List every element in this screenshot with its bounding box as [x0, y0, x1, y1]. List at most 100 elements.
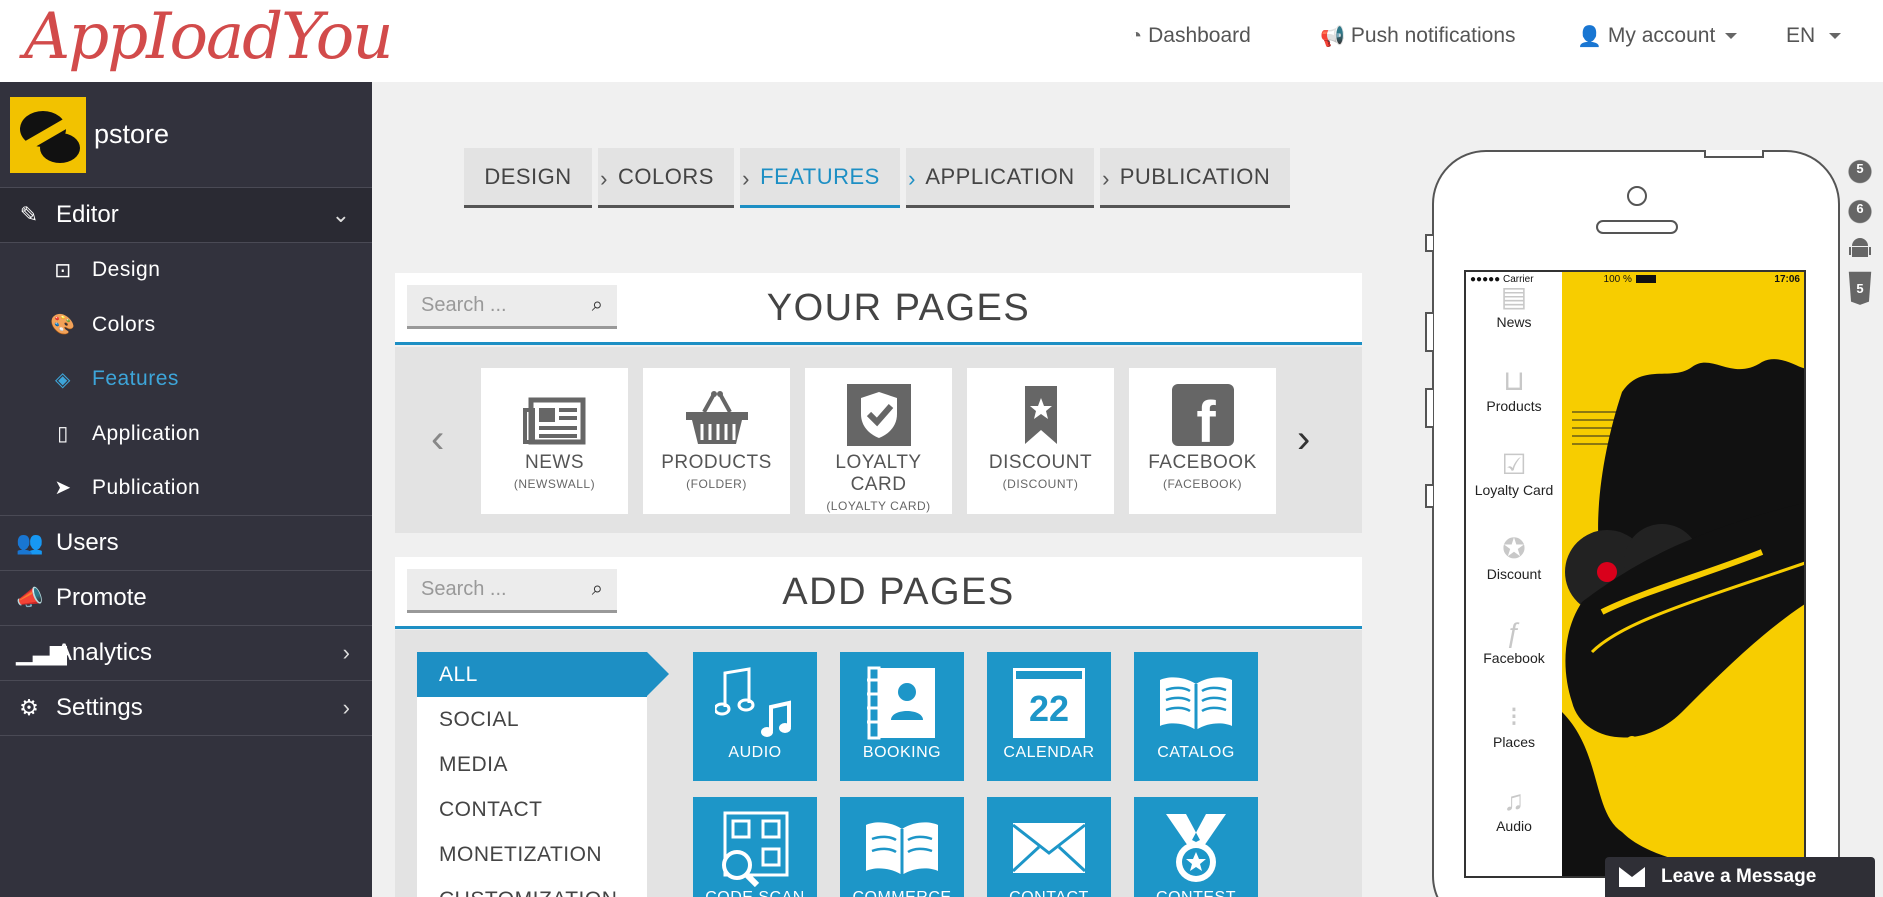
page-card-type: (FOLDER) [686, 477, 747, 491]
app-logo[interactable]: AppIoadYou [24, 2, 394, 72]
android-icon[interactable] [1846, 230, 1874, 266]
phone-menu-facebook[interactable]: ƒ Facebook [1466, 616, 1562, 666]
push-notifications-link[interactable]: 📢 Push notifications [1320, 0, 1516, 72]
app-brand[interactable]: pstore [0, 82, 372, 188]
feature-tile-commerce[interactable]: COMMERCE [840, 797, 964, 897]
page-card-name: DISCOUNT [988, 452, 1093, 473]
sidebar-item-application[interactable]: ▯ Application [0, 407, 372, 462]
sidebar-item-editor[interactable]: ✎ Editor ⌄ [0, 188, 372, 243]
account-label: My account [1607, 24, 1716, 47]
feature-tile-label: CATALOG [1157, 744, 1235, 761]
category-customization[interactable]: CUSTOMIZATION [417, 877, 647, 897]
bullhorn-icon: 📣 [16, 584, 44, 610]
chevron-right-icon: › [342, 639, 350, 665]
carousel-next-icon[interactable]: › [1297, 417, 1310, 462]
paper-plane-icon: ➤ [54, 477, 72, 500]
sidebar-item-users[interactable]: 👥 Users [0, 516, 372, 571]
phone-menu-label: News [1496, 314, 1532, 330]
chevron-right-icon: › [742, 166, 750, 191]
facebook-icon: f [1129, 368, 1276, 452]
sidebar-item-features[interactable]: ◈ Features [0, 352, 372, 407]
step-colors[interactable]: COLORS › [598, 148, 750, 208]
my-account-dropdown[interactable]: 👤 My account [1577, 0, 1738, 72]
page-card-products[interactable]: PRODUCTS (FOLDER) [643, 368, 790, 514]
sidebar-item-promote[interactable]: 📣 Promote [0, 571, 372, 626]
apple-icon[interactable]: 5 [1846, 150, 1874, 186]
feature-tile-label: COMMERCE [840, 889, 964, 897]
category-contact[interactable]: CONTACT [417, 787, 647, 832]
carrier-label: Carrier [1502, 273, 1534, 285]
phone-menu-loyalty-card[interactable]: ☑ Loyalty Card [1466, 448, 1562, 498]
chevron-right-icon: › [1102, 166, 1110, 191]
bookmark-star-icon: ✪ [1502, 533, 1526, 564]
step-label: PUBLICATION [1119, 163, 1271, 189]
bar-chart-icon: ▁▃▆ [16, 639, 67, 665]
step-label: APPLICATION [925, 163, 1075, 189]
sidebar-item-settings[interactable]: ⚙ Settings › [0, 681, 372, 736]
sidebar-item-label: Colors [92, 312, 156, 336]
feature-tile-contest[interactable]: CONTEST [1134, 797, 1258, 897]
feature-tile-catalog[interactable]: CATALOG [1134, 652, 1258, 781]
facebook-icon: ƒ [1506, 617, 1522, 648]
app-name: pstore [94, 119, 170, 149]
feature-tile-contact[interactable]: CONTACT [987, 797, 1111, 897]
battery-icon [1635, 275, 1656, 283]
phone-side-button [1425, 312, 1433, 352]
category-monetization[interactable]: MONETIZATION [417, 832, 647, 877]
sidebar-item-analytics[interactable]: ▁▃▆ Analytics › [0, 626, 372, 681]
shield-check-icon: ☑ [1501, 449, 1527, 480]
carousel-prev-icon[interactable]: ‹ [431, 417, 444, 462]
phone-menu-label: Audio [1496, 818, 1532, 834]
feature-tile-label: CALENDAR [1003, 744, 1095, 761]
feature-tile-code-scan[interactable]: CODE SCAN [693, 797, 817, 897]
category-media[interactable]: MEDIA [417, 742, 647, 787]
phone-menu-discount[interactable]: ✪ Discount [1466, 532, 1562, 582]
step-application[interactable]: APPLICATION › [906, 148, 1110, 208]
platform-version: 6 [1856, 200, 1864, 216]
dashboard-link[interactable]: ◔ Dashboard [1130, 0, 1251, 72]
phone-menu-label: Loyalty Card [1474, 482, 1554, 498]
users-icon: 👥 [16, 529, 44, 555]
address-book-icon [840, 652, 964, 744]
caret-down-icon [1725, 33, 1738, 39]
chevron-right-icon: › [908, 166, 916, 191]
feature-tile-audio[interactable]: AUDIO [693, 652, 817, 781]
music-note-icon: ♫ [1503, 785, 1525, 816]
sidebar: pstore ✎ Editor ⌄ ⊡ Design 🎨 Colors ◈ Fe… [0, 82, 372, 897]
sidebar-item-design[interactable]: ⊡ Design [0, 243, 372, 298]
category-social[interactable]: SOCIAL [417, 697, 647, 742]
basket-icon: ⊔ [1503, 365, 1525, 396]
feature-tile-booking[interactable]: BOOKING [840, 652, 964, 781]
qr-magnifier-icon [693, 797, 817, 889]
step-design[interactable]: DESIGN › [464, 148, 608, 208]
language-dropdown[interactable]: EN [1786, 0, 1842, 72]
page-card-facebook[interactable]: f FACEBOOK (FACEBOOK) [1129, 368, 1276, 514]
leave-message-button[interactable]: Leave a Message [1605, 857, 1875, 897]
phone-menu-audio[interactable]: ♫ Audio [1466, 784, 1562, 834]
page-card-discount[interactable]: DISCOUNT (DISCOUNT) [967, 368, 1114, 514]
sidebar-item-colors[interactable]: 🎨 Colors [0, 298, 372, 353]
html5-icon[interactable]: 5 [1848, 271, 1872, 305]
book-icon [840, 797, 964, 889]
feature-tile-label: AUDIO [728, 744, 782, 761]
page-card-news[interactable]: NEWS (NEWSWALL) [481, 368, 628, 514]
category-all[interactable]: ALL [417, 652, 669, 697]
user-icon: 👤 [1577, 25, 1602, 48]
step-publication[interactable]: PUBLICATION [1100, 148, 1290, 208]
feature-tile-calendar[interactable]: 22 CALENDAR [987, 652, 1111, 781]
phone-menu-places[interactable]: ⁝ Places [1466, 700, 1562, 750]
phone-menu-news[interactable]: ▤ News [1466, 280, 1562, 330]
language-label: EN [1786, 24, 1816, 47]
sidebar-item-publication[interactable]: ➤ Publication [0, 461, 372, 516]
phone-menu-products[interactable]: ⊔ Products [1466, 364, 1562, 414]
bookmark-star-icon [967, 368, 1114, 452]
cube-icon: ◈ [55, 368, 71, 391]
calendar-day: 22 [1028, 688, 1070, 729]
step-features[interactable]: FEATURES › [740, 148, 916, 208]
sidebar-item-label: Settings [56, 693, 143, 721]
page-card-loyalty-card[interactable]: LOYALTY CARD (LOYALTY CARD) [805, 368, 952, 514]
phone-side-button [1425, 234, 1433, 252]
pencil-icon: ✎ [19, 202, 39, 227]
apple-icon[interactable]: 6 [1846, 190, 1874, 226]
sidebar-item-label: Editor [56, 201, 119, 228]
